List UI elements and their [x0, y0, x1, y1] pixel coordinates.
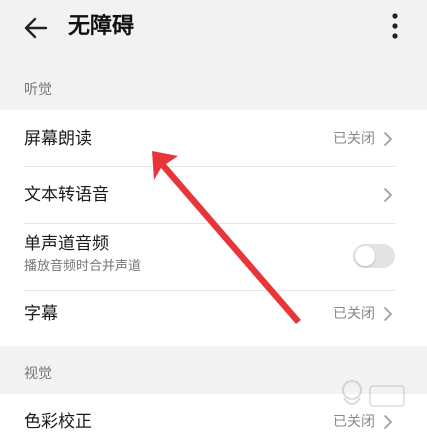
hearing-settings-card: 屏幕朗读 已关闭 文本转语音 单声道音频 播放音频时合并声道 字幕 已关闭 [0, 110, 427, 346]
chevron-right-icon [384, 188, 392, 202]
setting-title: 字幕 [24, 304, 58, 324]
chevron-right-icon [384, 307, 392, 321]
setting-row-mono-audio[interactable]: 单声道音频 播放音频时合并声道 [0, 224, 427, 290]
setting-value: 已关闭 [333, 306, 375, 322]
setting-title: 屏幕朗读 [24, 129, 92, 149]
setting-title: 色彩校正 [24, 412, 92, 432]
setting-row-text-to-speech[interactable]: 文本转语音 [0, 167, 427, 223]
toggle-knob [355, 246, 375, 266]
setting-value: 已关闭 [333, 131, 375, 147]
more-vertical-icon[interactable] [391, 12, 399, 40]
arrow-left-icon[interactable] [22, 14, 50, 42]
top-app-bar: 无障碍 [0, 0, 427, 56]
setting-title: 单声道音频 [24, 234, 109, 254]
chevron-right-icon [384, 415, 392, 429]
section-header-hearing: 听觉 [24, 82, 52, 98]
section-header-vision: 视觉 [24, 366, 52, 382]
page-title: 无障碍 [68, 14, 135, 39]
chevron-right-icon [384, 132, 392, 146]
setting-row-captions[interactable]: 字幕 已关闭 [0, 291, 427, 346]
setting-row-screen-reader[interactable]: 屏幕朗读 已关闭 [0, 110, 427, 166]
setting-title: 文本转语音 [24, 185, 109, 205]
mono-audio-toggle[interactable] [353, 244, 395, 268]
watermark-logo [342, 380, 405, 407]
setting-subtitle: 播放音频时合并声道 [24, 259, 142, 274]
